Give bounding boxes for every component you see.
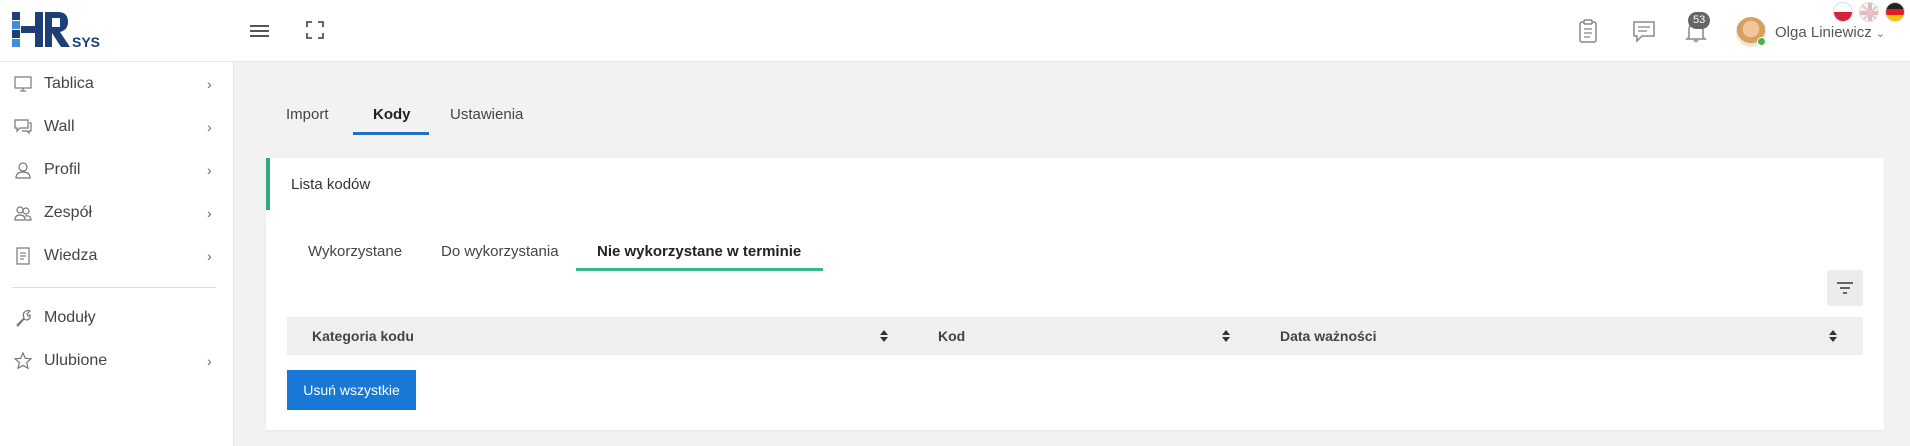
sidebar-item-label: Wiedza — [44, 247, 98, 264]
clipboard-icon — [1579, 19, 1597, 43]
sort-icon[interactable] — [1221, 329, 1231, 343]
messages-button[interactable] — [1632, 18, 1656, 44]
subtab-do-wykorzystania[interactable]: Do wykorzystania — [441, 243, 559, 260]
chevron-right-icon: › — [207, 119, 212, 135]
star-icon — [14, 352, 32, 370]
chevron-right-icon: › — [207, 353, 212, 369]
top-header: SYS 53 Olga Liniewicz ⌄ — [0, 0, 1910, 62]
column-header-kod[interactable]: Kod — [938, 328, 965, 344]
subtab-wykorzystane[interactable]: Wykorzystane — [308, 243, 402, 260]
team-icon — [14, 206, 32, 221]
codes-card — [266, 158, 1884, 430]
pl-flag-icon[interactable] — [1833, 2, 1853, 22]
sidebar-item-label: Ulubione — [44, 352, 108, 369]
gb-flag-icon[interactable] — [1859, 2, 1879, 22]
sidebar-item-label: Wall — [44, 118, 75, 135]
menu-toggle-button[interactable] — [250, 22, 270, 40]
de-flag-icon[interactable] — [1885, 2, 1905, 22]
column-header-kategoria[interactable]: Kategoria kodu — [312, 328, 414, 344]
user-name: Olga Liniewicz — [1775, 24, 1872, 41]
sidebar-item-label: Tablica — [44, 75, 94, 92]
wrench-icon — [16, 309, 32, 327]
sidebar-item-profil[interactable]: Profil › — [0, 152, 234, 188]
clipboard-button[interactable] — [1576, 18, 1600, 44]
user-menu[interactable]: Olga Liniewicz ⌄ — [1775, 24, 1885, 41]
hamburger-icon — [250, 25, 269, 37]
subtab-nie-wykorzystane[interactable]: Nie wykorzystane w terminie — [597, 243, 801, 260]
chevron-right-icon: › — [207, 162, 212, 178]
tab-kody[interactable]: Kody — [373, 106, 411, 123]
sidebar-item-label: Profil — [44, 161, 81, 178]
sidebar-item-zespol[interactable]: Zespół › — [0, 195, 234, 231]
sidebar-item-label: Moduły — [44, 309, 96, 326]
sidebar-item-label: Zespół — [44, 204, 93, 221]
sidebar-item-tablica[interactable]: Tablica › — [0, 66, 234, 102]
chevron-right-icon: › — [207, 205, 212, 221]
filter-icon — [1837, 282, 1853, 294]
chevron-right-icon: › — [207, 248, 212, 264]
filter-button[interactable] — [1827, 270, 1863, 306]
chevron-down-icon: ⌄ — [1875, 28, 1885, 40]
document-icon — [16, 247, 30, 265]
sort-icon[interactable] — [1828, 329, 1838, 343]
active-subtab-indicator — [576, 268, 823, 271]
sidebar-item-ulubione[interactable]: Ulubione › — [0, 343, 234, 379]
sidebar: Tablica › Wall › Profil › Zespół › Wiedz… — [0, 62, 234, 446]
fullscreen-icon — [306, 21, 324, 39]
hrsys-logo[interactable]: SYS — [12, 12, 112, 52]
user-icon — [15, 162, 31, 179]
table-header: Kategoria kodu Kod Data ważności — [287, 317, 1863, 355]
card-title: Lista kodów — [291, 176, 371, 193]
sidebar-item-moduly[interactable]: Moduły — [0, 300, 234, 336]
tab-import[interactable]: Import — [286, 106, 329, 123]
column-header-data-waznosci[interactable]: Data ważności — [1280, 328, 1376, 344]
chevron-right-icon: › — [207, 76, 212, 92]
chat-icon — [14, 119, 32, 135]
tab-ustawienia[interactable]: Ustawienia — [450, 106, 523, 123]
delete-all-button[interactable]: Usuń wszystkie — [287, 370, 416, 410]
sidebar-divider — [12, 287, 216, 288]
sidebar-item-wiedza[interactable]: Wiedza › — [0, 238, 234, 274]
monitor-icon — [14, 76, 32, 92]
active-tab-indicator — [353, 132, 429, 135]
message-icon — [1633, 21, 1655, 43]
svg-text:SYS: SYS — [72, 34, 100, 50]
notification-count-badge: 53 — [1688, 12, 1711, 29]
sort-icon[interactable] — [879, 329, 889, 343]
fullscreen-button[interactable] — [306, 21, 324, 39]
sidebar-item-wall[interactable]: Wall › — [0, 109, 234, 145]
online-status-dot — [1757, 37, 1766, 46]
card-accent-bar — [266, 158, 270, 210]
